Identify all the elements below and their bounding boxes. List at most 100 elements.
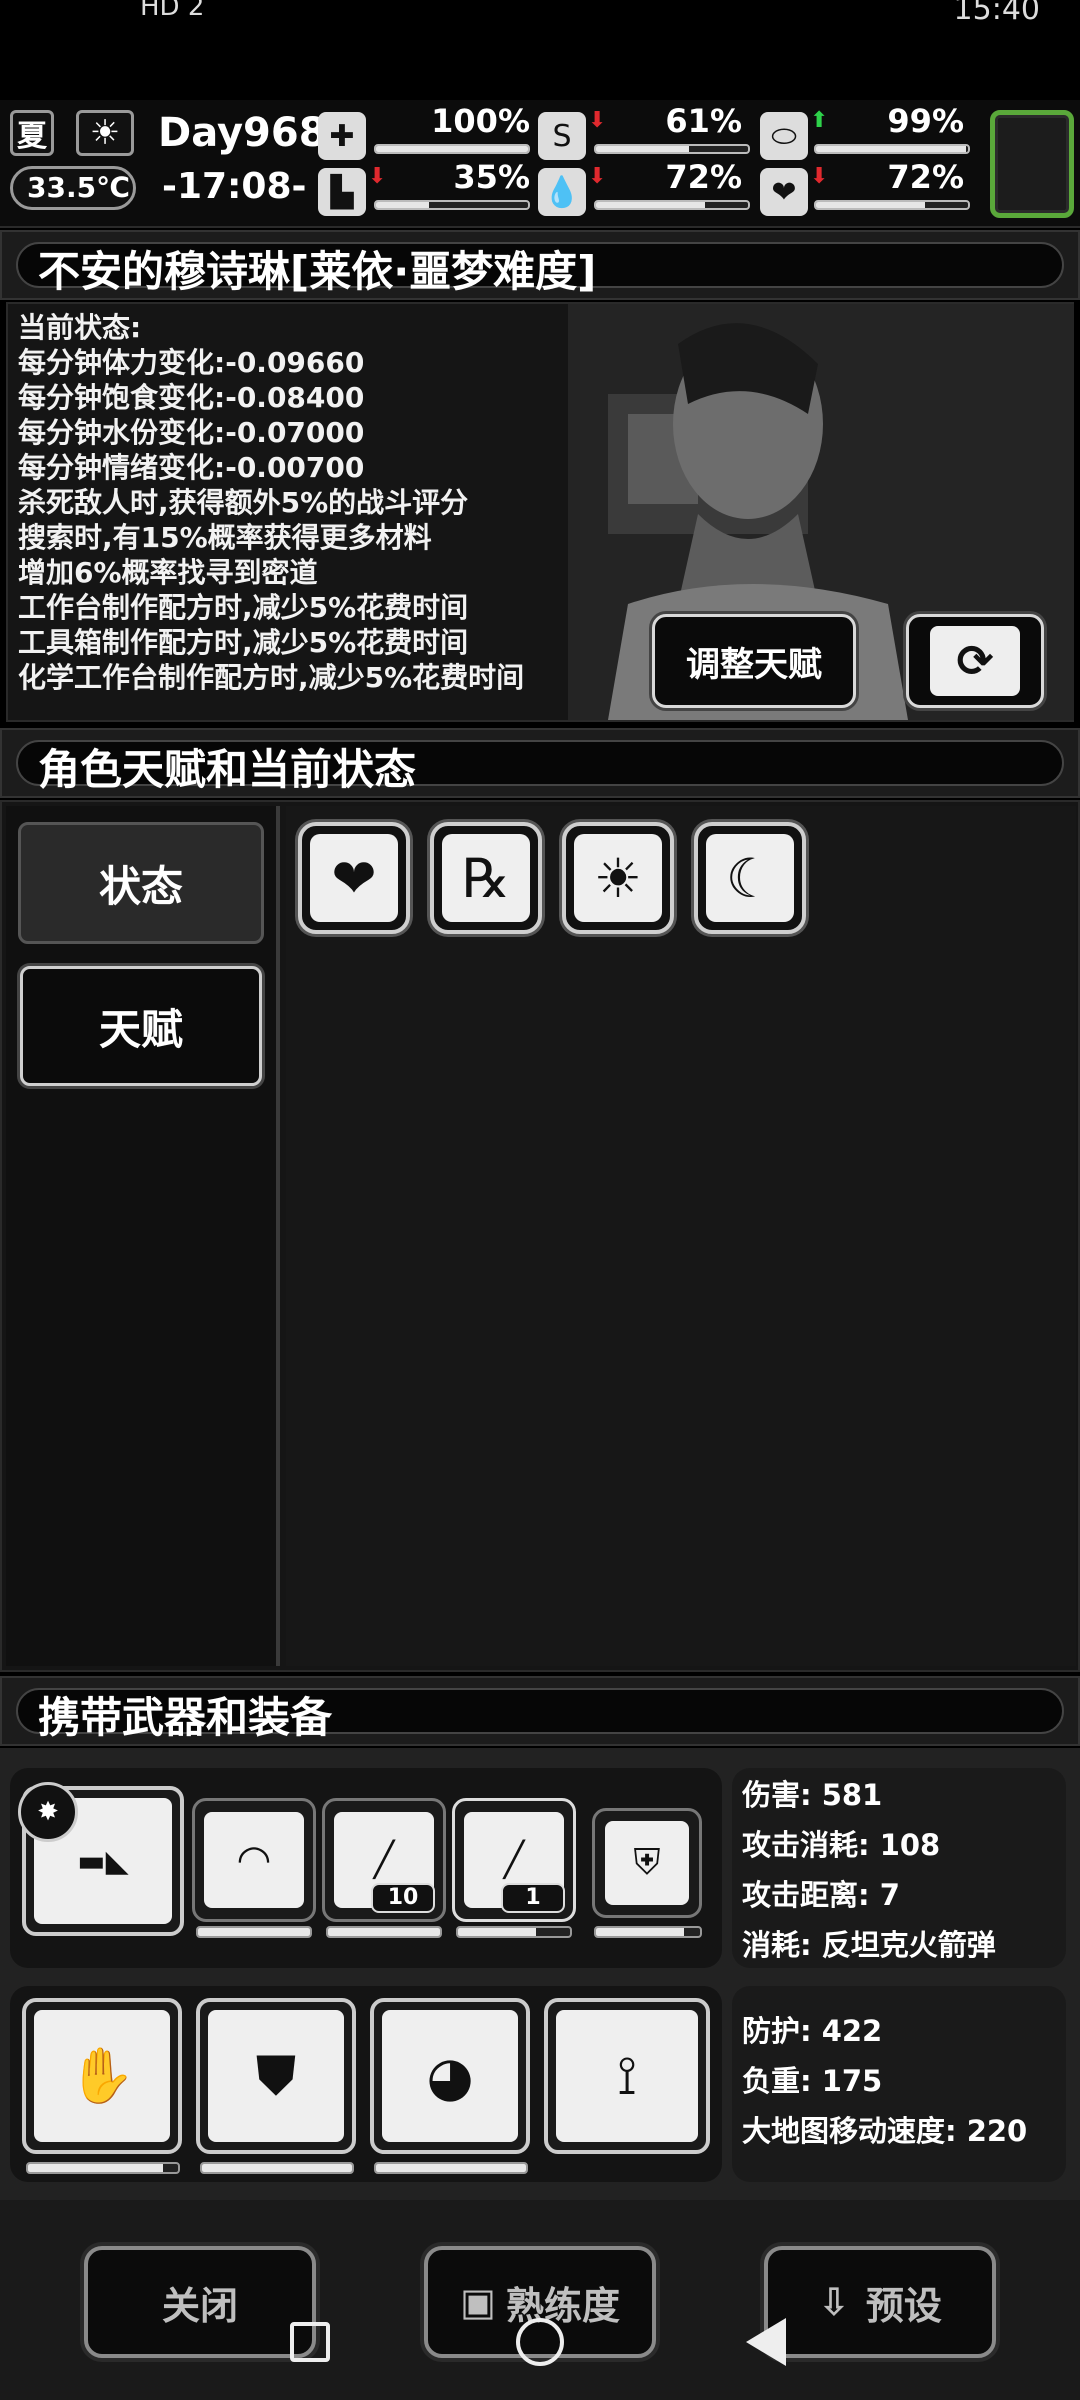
load-stat: 负重: 175 (742, 2064, 883, 2098)
body-armor-icon: ⛊ (208, 2010, 344, 2142)
ammo-count: 1 (501, 1883, 565, 1913)
sleep-status-icon[interactable]: ☾ (694, 822, 806, 934)
preset-button[interactable]: ⇩ 预设 (764, 2246, 996, 2358)
ammo-type-stat: 消耗: 反坦克火箭弹 (742, 1928, 996, 1962)
home-icon[interactable] (516, 2318, 564, 2366)
hunger-bar (594, 144, 750, 154)
character-title: 不安的穆诗琳[莱依·噩梦难度] (38, 247, 597, 296)
weapon-stats: 伤害: 581 攻击消耗: 108 攻击距离: 7 消耗: 反坦克火箭弹 (732, 1768, 1066, 1968)
weapon-slot-5[interactable]: ⛨ (592, 1808, 702, 1918)
change-outfit-button[interactable]: ⟳ (906, 614, 1044, 708)
armor-slot-body[interactable]: ⛊ (196, 1998, 356, 2154)
medicine-status-icon[interactable]: ℞ (430, 822, 542, 934)
season-label: 夏 (17, 119, 47, 154)
trend-down-icon: ⬇ (588, 108, 607, 133)
durability-bar (26, 2162, 180, 2174)
trend-down-icon: ⬇ (810, 164, 829, 189)
day-counter: Day968 (158, 110, 327, 156)
season-badge: 夏 (10, 110, 54, 156)
stomach-icon: S (538, 112, 586, 160)
arm-guard-icon: ✋ (34, 2010, 170, 2142)
armor-stats: 防护: 422 负重: 175 大地图移动速度: 220 (732, 1986, 1066, 2182)
close-button[interactable]: 关闭 (84, 2246, 316, 2358)
trend-down-icon: ⬇ (588, 164, 607, 189)
temperature-value: 33.5℃ (27, 171, 130, 204)
damage-stat: 伤害: 581 (742, 1778, 883, 1812)
status-line: 增加6%概率找寻到密道 (18, 556, 318, 589)
durability-bar (200, 2162, 354, 2174)
status-line: 每分钟情绪变化:-0.00700 (18, 451, 365, 484)
heart-icon: ❤ (310, 834, 398, 922)
tab-talent[interactable]: 天赋 (20, 966, 262, 1086)
preset-icon: ⇩ (818, 2280, 850, 2324)
status-line: 每分钟水份变化:-0.07000 (18, 416, 365, 449)
durability-bar (456, 1926, 572, 1938)
talent-content (286, 806, 1076, 1666)
back-icon[interactable] (746, 2318, 786, 2366)
mood-value: 99% (887, 102, 964, 140)
top-hud: 夏 ☀ 33.5℃ Day968 -17:08- ✚ 100% S ⬇ 61% … (0, 100, 1080, 228)
status-line: 每分钟体力变化:-0.09660 (18, 346, 365, 379)
status-bar-clock: 15:40 (953, 0, 1040, 27)
camo-net-helmet-icon: ◠ (204, 1812, 304, 1908)
alarm-status-icon[interactable]: ☀ (562, 822, 674, 934)
armor-slot-arms[interactable]: ✋ (22, 1998, 182, 2154)
equipment-panel: ▬◣ ✸ ◠ ╱ 10 ╱ 1 ⛨ 伤害: 581 攻击消耗: 108 攻击距离… (0, 1748, 1080, 2200)
minimap-button[interactable] (990, 110, 1074, 218)
adjust-talent-label: 调整天赋 (686, 644, 822, 685)
stamina-value: 35% (453, 158, 530, 196)
boot-icon: ▙ (318, 168, 366, 216)
defense-stat: 防护: 422 (742, 2014, 883, 2048)
status-line: 搜索时,有15%概率获得更多材料 (18, 521, 432, 554)
temperature-gauge: 33.5℃ (10, 166, 136, 210)
tab-status-label: 状态 (98, 861, 183, 911)
water-value: 72% (665, 158, 742, 196)
durability-bar (326, 1926, 442, 1938)
adjust-talent-button[interactable]: 调整天赋 (652, 614, 856, 708)
alarm-person-icon: ☀ (574, 834, 662, 922)
medkit-icon: ✚ (318, 112, 366, 160)
heart-bar (814, 200, 970, 210)
attack-cost-stat: 攻击消耗: 108 (742, 1828, 941, 1862)
health-bar (374, 144, 530, 154)
sleeping-person-icon: ☾ (706, 834, 794, 922)
status-bar-left: HD 2 (140, 0, 205, 22)
heart-icon: ❤ (760, 168, 808, 216)
weapon-slot-4[interactable]: ╱ 1 (452, 1798, 576, 1922)
character-header: 不安的穆诗琳[莱依·噩梦难度] (0, 230, 1080, 300)
utility-belt-icon: ⟟ (556, 2010, 698, 2142)
hunger-value: 61% (665, 102, 742, 140)
water-bar (594, 200, 750, 210)
talent-panel: 状态 天赋 ❤ ℞ ☀ ☾ (0, 800, 1080, 1672)
pill-icon: ⬭ (760, 112, 808, 160)
status-line: 每分钟饱食变化:-0.08400 (18, 381, 365, 414)
stamina-bar (374, 200, 530, 210)
armor-slot-belt[interactable]: ⟟ (544, 1998, 710, 2154)
armor-slot-head[interactable]: ◕ (370, 1998, 530, 2154)
prescription-pill-icon: ℞ (442, 834, 530, 922)
recent-apps-icon[interactable] (290, 2322, 330, 2362)
status-line: 工作台制作配方时,减少5%花费时间 (18, 591, 469, 624)
explosion-badge-icon: ✸ (18, 1782, 78, 1842)
preset-label: 预设 (865, 2283, 942, 2328)
proficiency-icon: ▣ (460, 2280, 496, 2324)
close-label: 关闭 (161, 2283, 238, 2328)
sun-icon: ☀ (76, 110, 134, 156)
durability-bar (594, 1926, 702, 1938)
system-status-bar: HD 2 15:40 (0, 0, 1080, 100)
tactical-helmet-icon: ◕ (382, 2010, 518, 2142)
heart-status-icon[interactable]: ❤ (298, 822, 410, 934)
attack-range-stat: 攻击距离: 7 (742, 1878, 900, 1912)
weapon-slot-3[interactable]: ╱ 10 (322, 1798, 446, 1922)
water-drop-icon: 💧 (538, 168, 586, 216)
weapon-slot-2[interactable]: ◠ (192, 1798, 316, 1922)
talent-header: 角色天赋和当前状态 (0, 728, 1080, 798)
status-line: 化学工作台制作配方时,减少5%花费时间 (18, 661, 525, 694)
tab-talent-label: 天赋 (98, 1004, 183, 1054)
trend-up-icon: ⬆ (810, 108, 829, 133)
status-line: 工具箱制作配方时,减少5%花费时间 (18, 626, 469, 659)
talent-section-title: 角色天赋和当前状态 (38, 745, 417, 794)
status-line: 杀死敌人时,获得额外5%的战斗评分 (18, 486, 469, 519)
tab-status[interactable]: 状态 (18, 822, 264, 944)
equipment-header: 携带武器和装备 (0, 1676, 1080, 1746)
